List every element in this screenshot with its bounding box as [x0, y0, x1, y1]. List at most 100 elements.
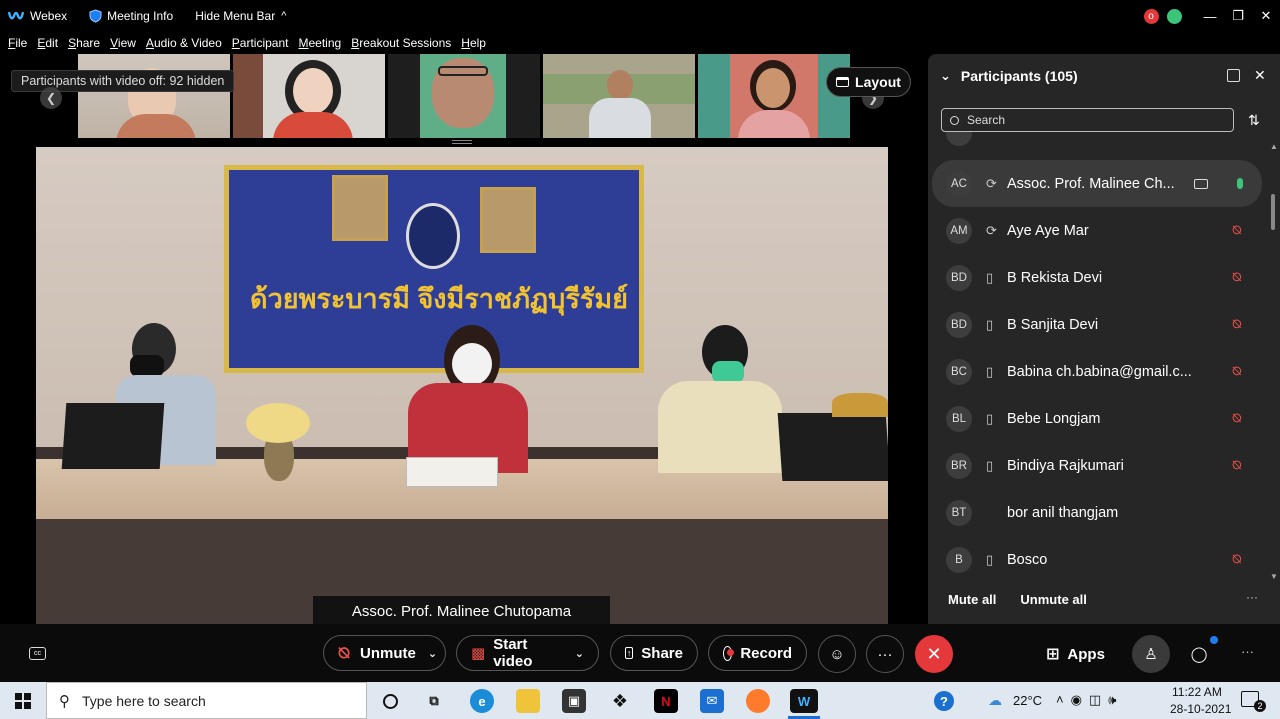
- participant-row[interactable]: B ▯ Bosco ⦰: [932, 536, 1262, 583]
- participant-row[interactable]: AM ⟳ Aye Aye Mar ⦰: [932, 207, 1262, 254]
- app-title: Webex: [8, 9, 67, 23]
- participant-row[interactable]: BT bor anil thangjam: [932, 489, 1262, 536]
- menu-view[interactable]: View: [110, 36, 136, 50]
- menu-breakout-sessions[interactable]: Breakout Sessions: [351, 36, 451, 50]
- resize-handle[interactable]: [452, 140, 472, 144]
- participant-row[interactable]: BD ▯ B Rekista Devi ⦰: [932, 254, 1262, 301]
- firefox-icon[interactable]: [746, 689, 770, 713]
- temperature-text[interactable]: 22°C: [1013, 693, 1042, 708]
- video-thumbnail[interactable]: [388, 54, 540, 138]
- share-button[interactable]: ↑ Share: [610, 635, 698, 671]
- unmute-all-button[interactable]: Unmute all: [1020, 592, 1086, 607]
- participant-name: B Rekista Devi: [1007, 269, 1103, 286]
- webex-taskbar-icon[interactable]: W: [790, 689, 818, 713]
- avatar: BR: [946, 452, 972, 479]
- strip-prev-icon[interactable]: ❮: [40, 87, 62, 109]
- participant-row[interactable]: AC ⟳ Assoc. Prof. Malinee Ch...: [932, 160, 1262, 207]
- phone-icon: ▯: [986, 551, 994, 567]
- participant-row[interactable]: BR ▯ Bindiya Rajkumari ⦰: [932, 442, 1262, 489]
- maximize-icon[interactable]: ❐: [1228, 0, 1248, 32]
- participant-name: bor anil thangjam: [1007, 504, 1119, 521]
- task-view-icon[interactable]: ⧉: [422, 689, 446, 713]
- video-thumbnail[interactable]: [543, 54, 695, 138]
- close-window-icon[interactable]: ✕: [1256, 0, 1276, 32]
- phone-icon: ▯: [986, 269, 994, 285]
- unmute-button[interactable]: ⦰ Unmute ⌄: [323, 635, 446, 671]
- panel-more-button[interactable]: ···: [1246, 590, 1258, 604]
- headset-icon: ⟳: [986, 222, 997, 238]
- participant-name: B Sanjita Devi: [1007, 316, 1099, 333]
- avatar: B: [946, 546, 972, 573]
- avatar: AC: [946, 170, 972, 197]
- help-icon[interactable]: ?: [934, 691, 954, 711]
- cortana-icon[interactable]: [378, 689, 402, 713]
- participants-panel: ⌄ Participants (105) ✕ Search ⇅ AC ⟳ Ass…: [928, 54, 1280, 624]
- clock-time[interactable]: 11:22 AM: [1172, 685, 1222, 699]
- mic-muted-icon: ⦰: [1232, 364, 1242, 378]
- windows-taskbar: ⚲ Type here to search ⧉ e ▣ ❖ N ✉ W ? ☁ …: [0, 682, 1280, 719]
- participant-name: Aye Aye Mar: [1007, 222, 1089, 239]
- phone-icon: ▯: [986, 410, 994, 426]
- chevron-down-icon[interactable]: ⌄: [428, 647, 437, 660]
- menu-meeting[interactable]: Meeting: [299, 36, 342, 50]
- menu-share[interactable]: Share: [68, 36, 100, 50]
- start-video-button[interactable]: ▩ Start video ⌄: [456, 635, 599, 671]
- netflix-icon[interactable]: N: [654, 689, 678, 713]
- video-thumbnail[interactable]: [698, 54, 850, 138]
- chevron-down-icon[interactable]: ⌄: [940, 68, 951, 84]
- participant-scrollbar[interactable]: ▲ ▼: [1268, 142, 1278, 582]
- apps-icon: ⊞: [1046, 646, 1060, 663]
- menu-edit[interactable]: Edit: [37, 36, 58, 50]
- apps-button[interactable]: ⊞ Apps: [1046, 644, 1105, 664]
- mic-muted-icon: ⦰: [1232, 458, 1242, 472]
- menu-participant[interactable]: Participant: [232, 36, 289, 50]
- status-icon[interactable]: [1165, 0, 1183, 32]
- video-thumbnail-strip: [78, 54, 850, 138]
- windows-start-icon[interactable]: [15, 693, 31, 709]
- popout-icon[interactable]: [1227, 69, 1240, 82]
- store-icon[interactable]: ▣: [562, 689, 586, 713]
- active-speaker-video: ด้วยพระบารมี จึงมีราชภัฏบุรีรัมย์: [36, 147, 888, 625]
- taskbar-search-input[interactable]: ⚲ Type here to search: [46, 682, 367, 719]
- headset-icon: ⟳: [986, 175, 997, 191]
- layout-button[interactable]: Layout: [826, 67, 911, 97]
- layout-icon: [836, 77, 850, 87]
- user-avatar[interactable]: o: [1142, 0, 1160, 32]
- captions-icon[interactable]: cc: [29, 647, 46, 660]
- participant-row[interactable]: BL ▯ Bebe Longjam ⦰: [932, 395, 1262, 442]
- dropbox-icon[interactable]: ❖: [608, 689, 632, 713]
- control-bar-more-icon[interactable]: ···: [1241, 644, 1254, 659]
- menu-audio-video[interactable]: Audio & Video: [146, 36, 222, 50]
- edge-icon[interactable]: e: [470, 689, 494, 713]
- record-button[interactable]: Record: [708, 635, 807, 671]
- participants-icon[interactable]: ♙: [1132, 635, 1170, 673]
- reactions-icon[interactable]: ☺: [818, 635, 856, 673]
- tray-icons[interactable]: ˄◉◫🕪: [1056, 692, 1123, 708]
- end-call-icon[interactable]: ✕: [915, 635, 953, 673]
- video-thumbnail[interactable]: [78, 54, 230, 138]
- participant-row[interactable]: BC ▯ Babina ch.babina@gmail.c... ⦰: [932, 348, 1262, 395]
- file-explorer-icon[interactable]: [516, 689, 540, 713]
- meeting-info-button[interactable]: Meeting Info: [89, 9, 173, 23]
- notification-count: 2: [1254, 700, 1266, 712]
- mic-muted-icon: ⦰: [338, 644, 351, 662]
- mic-muted-icon: ⦰: [1232, 270, 1242, 284]
- share-icon: ↑: [625, 647, 634, 659]
- minimize-icon[interactable]: —: [1200, 0, 1220, 32]
- weather-icon: ☁: [988, 692, 1002, 708]
- menu-help[interactable]: Help: [461, 36, 486, 50]
- mail-icon[interactable]: ✉: [700, 689, 724, 713]
- mic-muted-icon: ⦰: [1232, 317, 1242, 331]
- participant-search-input[interactable]: Search: [941, 108, 1234, 132]
- participant-row[interactable]: BD ▯ B Sanjita Devi ⦰: [932, 301, 1262, 348]
- close-panel-icon[interactable]: ✕: [1254, 67, 1266, 84]
- mute-all-button[interactable]: Mute all: [948, 592, 996, 607]
- clock-date[interactable]: 28-10-2021: [1170, 702, 1231, 716]
- avatar: BD: [946, 311, 972, 338]
- chevron-down-icon[interactable]: ⌄: [575, 647, 584, 660]
- menu-file[interactable]: File: [8, 36, 27, 50]
- video-thumbnail[interactable]: [233, 54, 385, 138]
- more-options-button[interactable]: ···: [866, 635, 904, 673]
- sort-icon[interactable]: ⇅: [1248, 112, 1260, 129]
- hide-menu-bar-button[interactable]: Hide Menu Bar ^: [195, 9, 286, 23]
